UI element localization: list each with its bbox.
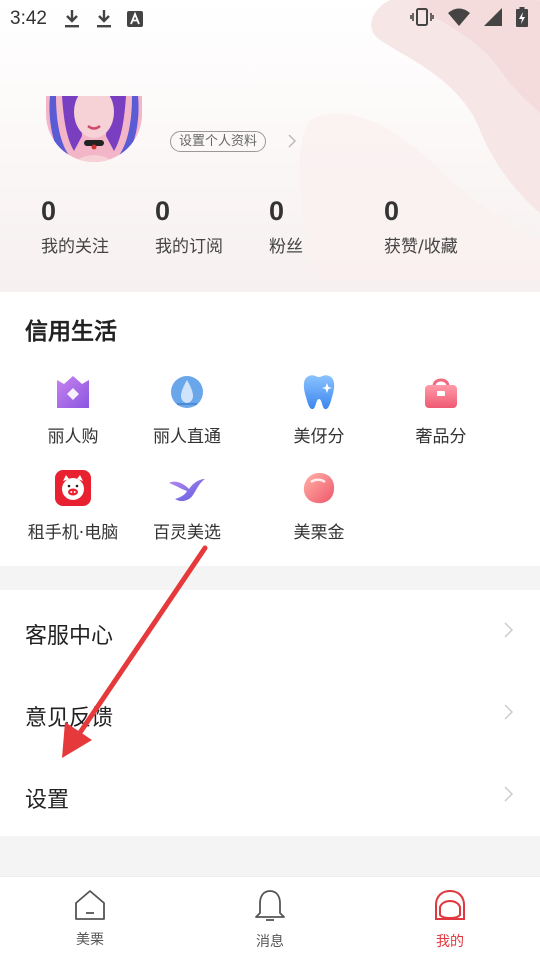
menu-item-feedback[interactable]: 意见反馈 [0, 672, 540, 754]
status-bar: 3:42 [0, 0, 540, 38]
blue-drop-icon [167, 372, 207, 412]
nav-messages[interactable]: 消息 [220, 889, 320, 951]
pig-icon [53, 468, 93, 508]
signal-icon [484, 7, 502, 31]
service-label: 丽人直通 [153, 427, 221, 447]
service-bailingmeixuan[interactable]: 百灵美选 [122, 468, 252, 543]
bird-icon [167, 468, 207, 508]
handbag-icon [421, 372, 461, 412]
section-title: 信用生活 [25, 319, 117, 345]
purple-gift-icon [53, 372, 93, 412]
battery-charging-icon [516, 6, 528, 32]
menu-item-label: 设置 [25, 788, 70, 813]
service-label: 奢品分 [415, 427, 467, 447]
menu-item-settings[interactable]: 设置 [0, 754, 540, 836]
profile-icon [433, 889, 467, 927]
vibrate-icon [410, 7, 434, 32]
stat-subscriptions[interactable]: 0 我的订阅 [155, 196, 223, 257]
chestnut-icon [299, 468, 339, 508]
service-lirenzhitong[interactable]: 丽人直通 [122, 372, 252, 447]
stat-value: 0 [269, 196, 285, 226]
text-a-icon [126, 11, 143, 27]
download-icon [95, 9, 113, 29]
service-shepinfen[interactable]: 奢品分 [376, 372, 506, 447]
status-time: 3:42 [10, 8, 47, 29]
stat-label: 我的订阅 [155, 237, 223, 257]
service-meilijin[interactable]: 美栗金 [254, 468, 384, 543]
menu-item-customer-service[interactable]: 客服中心 [0, 590, 540, 672]
menu-list: 客服中心 意见反馈 设置 [0, 590, 540, 836]
stat-following[interactable]: 0 我的关注 [41, 196, 109, 257]
service-label: 租手机·电脑 [27, 523, 119, 543]
service-label: 美伢分 [293, 427, 345, 447]
chevron-right-icon [288, 133, 297, 152]
service-label: 百灵美选 [153, 523, 221, 543]
chevron-right-icon [504, 704, 514, 724]
chevron-right-icon [504, 622, 514, 642]
service-lirengou[interactable]: 丽人购 [8, 372, 138, 447]
bottom-navigation: 美栗 消息 我的 [0, 876, 540, 960]
stat-value: 0 [384, 196, 400, 226]
service-rent-phone-computer[interactable]: 租手机·电脑 [8, 468, 138, 543]
stat-value: 0 [41, 196, 57, 226]
tooth-icon [299, 372, 339, 412]
credit-life-section: 信用生活 丽人购 丽人直通 美伢分 奢品分 租手机·电脑 百灵美选 美栗金 [0, 292, 540, 566]
service-label: 丽人购 [47, 427, 99, 447]
chevron-right-icon [504, 786, 514, 806]
nav-home[interactable]: 美栗 [40, 889, 140, 949]
stat-value: 0 [155, 196, 171, 226]
profile-stats: 0 我的关注 0 我的订阅 0 粉丝 0 获赞/收藏 [0, 196, 540, 260]
stat-label: 粉丝 [269, 237, 303, 257]
home-icon [73, 890, 107, 925]
stat-label: 获赞/收藏 [384, 237, 458, 257]
nav-label: 我的 [436, 934, 464, 950]
edit-profile-button[interactable]: 设置个人资料 [170, 131, 267, 152]
nav-label: 美栗 [76, 932, 104, 948]
nav-label: 消息 [256, 934, 284, 950]
service-label: 美栗金 [293, 523, 345, 543]
service-meiyafen[interactable]: 美伢分 [254, 372, 384, 447]
wifi-icon [448, 7, 470, 31]
download-icon [63, 9, 81, 29]
menu-item-label: 意见反馈 [25, 706, 114, 731]
nav-mine[interactable]: 我的 [400, 889, 500, 951]
stat-likes-favorites[interactable]: 0 获赞/收藏 [384, 196, 458, 257]
stat-fans[interactable]: 0 粉丝 [269, 196, 303, 257]
bell-icon [254, 890, 286, 927]
menu-item-label: 客服中心 [25, 624, 114, 649]
stat-label: 我的关注 [41, 237, 109, 257]
